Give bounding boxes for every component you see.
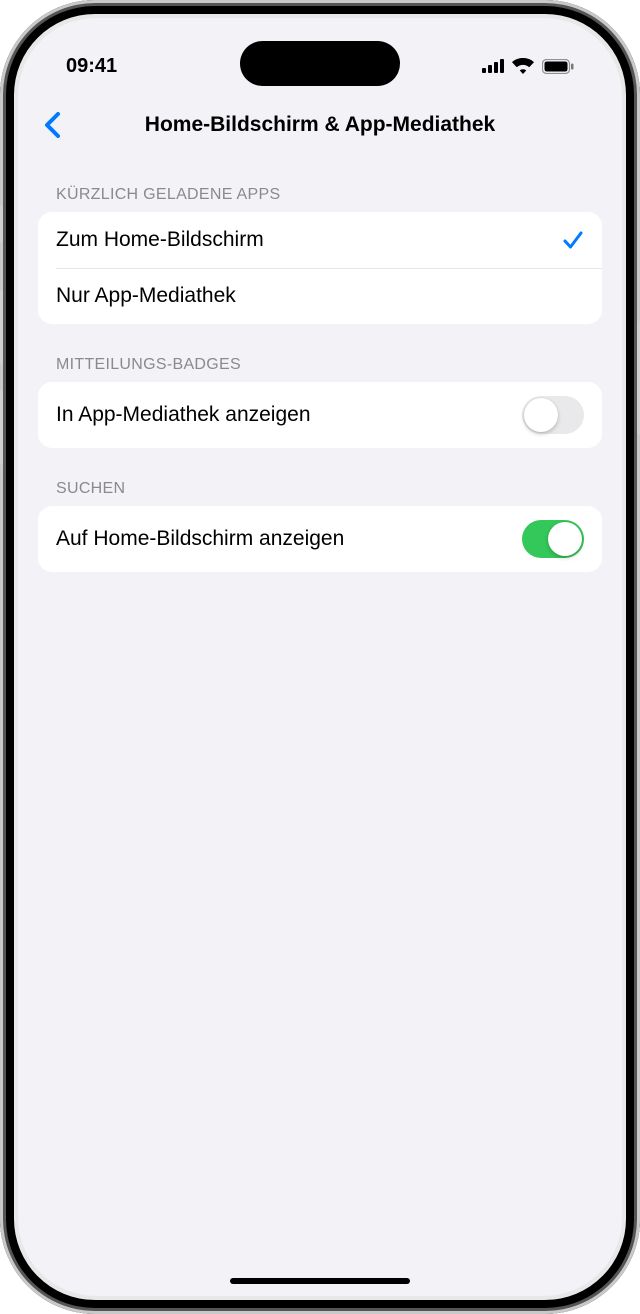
section-header-recent: KÜRZLICH GELADENE APPS bbox=[38, 154, 602, 212]
row-label: Auf Home-Bildschirm anzeigen bbox=[56, 527, 344, 551]
section-header-badges: MITTEILUNGS-BADGES bbox=[38, 324, 602, 382]
option-label: Zum Home-Bildschirm bbox=[56, 228, 264, 252]
battery-icon bbox=[542, 59, 574, 74]
volume-down-button bbox=[0, 390, 3, 465]
device-frame: 09:41 Home-Bildschirm & App-Mediathek KÜ… bbox=[0, 0, 640, 1314]
content: KÜRZLICH GELADENE APPS Zum Home-Bildschi… bbox=[18, 154, 622, 572]
toggle-show-in-library[interactable] bbox=[522, 396, 584, 434]
nav-bar: Home-Bildschirm & App-Mediathek bbox=[18, 96, 622, 154]
switch-knob bbox=[524, 398, 558, 432]
row-show-in-library: In App-Mediathek anzeigen bbox=[38, 382, 602, 448]
section-header-search: SUCHEN bbox=[38, 448, 602, 506]
option-label: Nur App-Mediathek bbox=[56, 284, 236, 308]
group-recent-apps: Zum Home-Bildschirm Nur App-Mediathek bbox=[38, 212, 602, 324]
option-add-to-home[interactable]: Zum Home-Bildschirm bbox=[38, 212, 602, 268]
chevron-left-icon bbox=[44, 112, 60, 138]
status-icons bbox=[482, 58, 574, 74]
toggle-show-on-home[interactable] bbox=[522, 520, 584, 558]
page-title: Home-Bildschirm & App-Mediathek bbox=[145, 113, 495, 137]
mute-switch bbox=[0, 205, 3, 243]
cellular-icon bbox=[482, 59, 504, 73]
dynamic-island bbox=[240, 41, 400, 86]
switch-knob bbox=[548, 522, 582, 556]
status-time: 09:41 bbox=[66, 55, 117, 78]
back-button[interactable] bbox=[32, 105, 72, 145]
screen: 09:41 Home-Bildschirm & App-Mediathek KÜ… bbox=[18, 18, 622, 1296]
row-show-on-home: Auf Home-Bildschirm anzeigen bbox=[38, 506, 602, 572]
home-indicator[interactable] bbox=[230, 1278, 410, 1284]
group-search: Auf Home-Bildschirm anzeigen bbox=[38, 506, 602, 572]
wifi-icon bbox=[512, 58, 534, 74]
volume-up-button bbox=[0, 290, 3, 365]
row-label: In App-Mediathek anzeigen bbox=[56, 403, 311, 427]
option-app-library-only[interactable]: Nur App-Mediathek bbox=[38, 268, 602, 324]
group-badges: In App-Mediathek anzeigen bbox=[38, 382, 602, 448]
checkmark-icon bbox=[562, 229, 584, 251]
